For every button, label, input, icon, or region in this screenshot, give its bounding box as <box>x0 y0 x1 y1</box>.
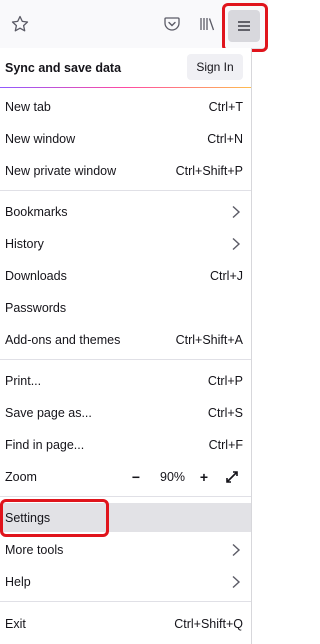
menu-item-bookmarks[interactable]: Bookmarks <box>0 199 251 225</box>
library-icon[interactable] <box>196 13 218 35</box>
menu-item-label: Bookmarks <box>5 205 68 219</box>
menu-item-more-tools[interactable]: More tools <box>0 537 251 563</box>
sync-label: Sync and save data <box>5 61 122 75</box>
menu-separator <box>0 496 251 497</box>
hamburger-menu-icon <box>238 21 250 31</box>
menu-item-shortcut: Ctrl+F <box>208 438 243 452</box>
pocket-icon[interactable] <box>161 13 183 35</box>
menu-item-new-private-window[interactable]: New private window Ctrl+Shift+P <box>0 158 251 184</box>
app-menu-panel: Sync and save data Sign In New tab Ctrl+… <box>0 48 252 644</box>
menu-item-label: Passwords <box>5 301 67 315</box>
menu-item-settings[interactable]: Settings <box>0 503 251 532</box>
fullscreen-icon[interactable] <box>224 469 240 485</box>
menu-item-downloads[interactable]: Downloads Ctrl+J <box>0 263 251 289</box>
menu-item-exit[interactable]: Exit Ctrl+Shift+Q <box>0 611 251 637</box>
menu-item-print[interactable]: Print... Ctrl+P <box>0 368 251 394</box>
chevron-right-icon <box>232 543 241 557</box>
menu-item-label: Print... <box>5 374 42 388</box>
menu-separator <box>0 190 251 191</box>
menu-item-shortcut: Ctrl+Shift+Q <box>174 617 243 631</box>
menu-item-new-tab[interactable]: New tab Ctrl+T <box>0 94 251 120</box>
open-menu-button[interactable] <box>228 10 260 42</box>
menu-item-label: Save page as... <box>5 406 92 420</box>
menu-item-zoom: Zoom − 90% + <box>0 464 251 490</box>
menu-item-label: Add-ons and themes <box>5 333 121 347</box>
menu-item-shortcut: Ctrl+S <box>207 406 243 420</box>
star-icon[interactable] <box>9 13 31 35</box>
menu-item-find-in-page[interactable]: Find in page... Ctrl+F <box>0 432 251 458</box>
menu-item-label: New private window <box>5 164 117 178</box>
chevron-right-icon <box>232 237 241 251</box>
menu-item-shortcut: Ctrl+T <box>208 100 243 114</box>
menu-item-label: Find in page... <box>5 438 85 452</box>
menu-item-label: Settings <box>5 510 51 525</box>
menu-item-label: History <box>5 237 44 251</box>
menu-separator <box>0 601 251 602</box>
chevron-right-icon <box>232 575 241 589</box>
zoom-out-button[interactable]: − <box>128 469 144 485</box>
menu-item-shortcut: Ctrl+N <box>207 132 243 146</box>
zoom-label: Zoom <box>5 470 37 484</box>
menu-item-label: New tab <box>5 100 51 114</box>
chevron-right-icon <box>232 205 241 219</box>
zoom-in-button[interactable]: + <box>196 469 212 485</box>
sync-divider <box>0 87 251 88</box>
browser-toolbar <box>0 0 268 49</box>
menu-item-new-window[interactable]: New window Ctrl+N <box>0 126 251 152</box>
menu-item-history[interactable]: History <box>0 231 251 257</box>
menu-item-help[interactable]: Help <box>0 569 251 595</box>
menu-item-passwords[interactable]: Passwords <box>0 295 251 321</box>
menu-item-label: Exit <box>5 617 26 631</box>
sync-row: Sync and save data Sign In <box>0 54 251 82</box>
menu-item-save-page[interactable]: Save page as... Ctrl+S <box>0 400 251 426</box>
menu-item-label: New window <box>5 132 76 146</box>
menu-item-shortcut: Ctrl+P <box>207 374 243 388</box>
menu-separator <box>0 359 251 360</box>
menu-item-label: More tools <box>5 543 64 557</box>
sign-in-button[interactable]: Sign In <box>187 54 243 80</box>
menu-item-shortcut: Ctrl+J <box>210 269 243 283</box>
menu-item-shortcut: Ctrl+Shift+A <box>175 333 243 347</box>
menu-item-label: Help <box>5 575 31 589</box>
menu-item-addons[interactable]: Add-ons and themes Ctrl+Shift+A <box>0 327 251 353</box>
menu-item-shortcut: Ctrl+Shift+P <box>175 164 243 178</box>
zoom-value[interactable]: 90% <box>160 470 185 484</box>
menu-item-label: Downloads <box>5 269 67 283</box>
